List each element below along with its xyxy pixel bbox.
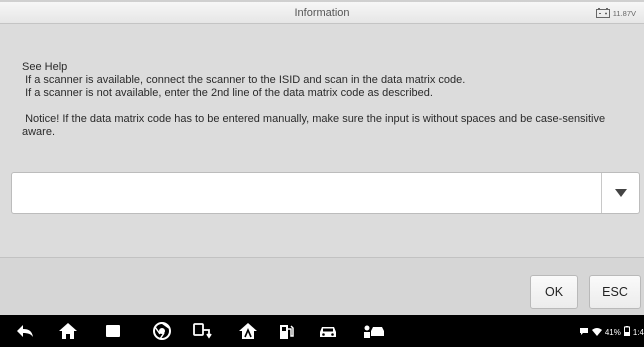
esc-button[interactable]: ESC: [589, 275, 641, 309]
device-battery-icon: [623, 326, 630, 338]
data-matrix-code-input[interactable]: [11, 172, 640, 214]
wifi-icon: [591, 327, 602, 338]
browser-icon[interactable]: [152, 322, 172, 340]
recent-apps-icon[interactable]: [103, 322, 123, 340]
help-spacer: [22, 100, 622, 113]
help-line-scanner-unavailable: If a scanner is not available, enter the…: [22, 87, 433, 99]
help-text: See Help If a scanner is available, conn…: [22, 61, 622, 139]
car-icon[interactable]: [318, 322, 338, 340]
battery-percent: 41%: [604, 327, 621, 337]
content-area: See Help If a scanner is available, conn…: [0, 24, 644, 257]
autel-home-icon[interactable]: [238, 322, 258, 340]
dropdown-button[interactable]: [601, 173, 639, 213]
title-bar: Information 11.87V: [0, 0, 644, 24]
ok-button[interactable]: OK: [530, 275, 578, 309]
dropdown-arrow-icon: [614, 184, 627, 202]
vci-connection-icon[interactable]: [192, 322, 212, 340]
gas-station-icon[interactable]: [277, 322, 297, 340]
back-icon[interactable]: [15, 322, 35, 340]
vehicle-battery-indicator: 11.87V: [595, 5, 636, 21]
help-notice: Notice! If the data matrix code has to b…: [22, 113, 609, 138]
help-heading: See Help: [22, 61, 68, 73]
clock: 1:4: [632, 327, 644, 337]
help-line-scanner-available: If a scanner is available, connect the s…: [22, 74, 466, 86]
battery-icon: [595, 8, 610, 18]
window-title: Information: [294, 7, 350, 19]
home-icon[interactable]: [58, 322, 78, 340]
button-bar: OK ESC: [0, 257, 644, 315]
chat-icon: [579, 327, 589, 338]
battery-voltage: 11.87V: [612, 8, 636, 18]
system-status: 41% 1:4: [579, 325, 644, 339]
service-icon[interactable]: [363, 322, 387, 340]
navigation-bar: 41% 1:4: [0, 315, 644, 347]
